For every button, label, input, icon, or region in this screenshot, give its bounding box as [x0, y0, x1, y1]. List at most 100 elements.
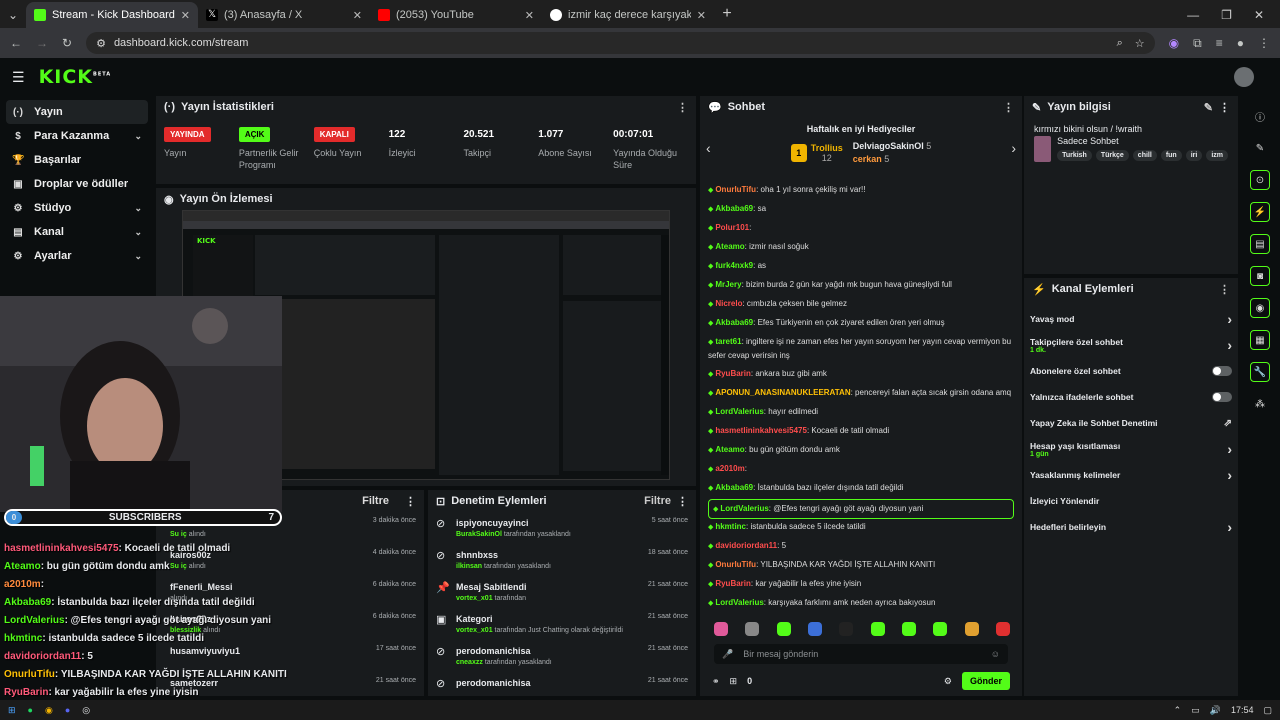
emote-icon[interactable]: [933, 622, 948, 636]
channel-action-row[interactable]: İzleyici Yönlendir: [1024, 488, 1238, 514]
close-icon[interactable]: ✕: [353, 9, 362, 22]
broadcast-icon[interactable]: ◉: [1250, 298, 1270, 318]
info-icon[interactable]: ⓘ: [1250, 106, 1270, 126]
close-icon[interactable]: ✕: [181, 9, 190, 22]
chevron-right-icon[interactable]: ›: [1011, 140, 1016, 156]
extensions-puzzle-icon[interactable]: ⧉: [1193, 36, 1202, 51]
chat-input[interactable]: 🎤 Bir mesaj gönderin ☺: [714, 644, 1008, 664]
forward-icon[interactable]: →: [36, 36, 48, 50]
more-icon[interactable]: ⋮: [1219, 101, 1230, 114]
emoji-icon[interactable]: ☺: [991, 649, 1000, 659]
chat-username[interactable]: Akbaba69: [715, 483, 753, 492]
emote-icon[interactable]: [714, 622, 728, 636]
edit-icon[interactable]: ✎: [1250, 138, 1270, 158]
windows-start-icon[interactable]: ⊞: [8, 705, 16, 716]
notification-icon[interactable]: ▢: [1263, 705, 1272, 716]
chat-username[interactable]: Akbaba69: [715, 204, 753, 213]
reload-icon[interactable]: ↻: [62, 36, 72, 50]
hamburger-menu-icon[interactable]: ☰: [12, 69, 25, 86]
mic-icon[interactable]: 🎤: [722, 649, 733, 660]
tab-youtube[interactable]: (2053) YouTube ✕: [370, 2, 542, 28]
sidebar-item-ayarlar[interactable]: ⚙ Ayarlar ⌄: [6, 244, 148, 268]
settings-link-icon[interactable]: ⚭: [712, 676, 720, 687]
more-icon[interactable]: ⋮: [677, 495, 688, 508]
chevron-right-icon[interactable]: ›: [1227, 311, 1232, 327]
sidebar-item-studyo[interactable]: ⚙ Stüdyo ⌄: [6, 196, 148, 220]
channel-action-row[interactable]: Hedefleri belirleyin ›: [1024, 514, 1238, 540]
chat-username[interactable]: Nicrelo: [715, 299, 742, 308]
bolt-icon[interactable]: ⚡: [1250, 202, 1270, 222]
chat-username[interactable]: Polur101: [715, 223, 749, 232]
close-window-icon[interactable]: ✕: [1254, 8, 1264, 22]
chat-username[interactable]: APONUN_ANASINANUKLEERATAN: [715, 388, 850, 397]
chat-bubble-icon[interactable]: ◙: [1250, 266, 1270, 286]
obs-icon[interactable]: ◎: [82, 705, 90, 716]
tag-chip[interactable]: Turkish: [1057, 150, 1092, 161]
chat-username[interactable]: MrJery: [715, 280, 741, 289]
more-icon[interactable]: ⋮: [1219, 283, 1230, 296]
tag-chip[interactable]: fun: [1160, 150, 1182, 161]
volume-icon[interactable]: 🔊: [1210, 705, 1221, 716]
clock[interactable]: 17:54: [1231, 705, 1254, 715]
channel-action-row[interactable]: Hesap yaşı kısıtlaması 1 gün ›: [1024, 436, 1238, 462]
emote-icon[interactable]: [745, 622, 760, 636]
chat-username[interactable]: LordValerius: [715, 407, 763, 416]
server-icon[interactable]: ▦: [1250, 330, 1270, 350]
document-icon[interactable]: ▤: [1250, 234, 1270, 254]
back-icon[interactable]: ←: [10, 36, 22, 50]
chat-username[interactable]: davidoriordan11: [715, 541, 777, 550]
emote-icon[interactable]: [807, 622, 822, 636]
toggle-switch[interactable]: [1212, 392, 1232, 402]
network-icon[interactable]: ▭: [1191, 705, 1200, 716]
more-icon[interactable]: ⋮: [1003, 101, 1014, 114]
zoom-icon[interactable]: ⌕: [1117, 37, 1123, 50]
edit-icon[interactable]: ✎: [1204, 101, 1213, 114]
new-tab-button[interactable]: +: [714, 2, 740, 28]
sidebar-item-kanal[interactable]: ▤ Kanal ⌄: [6, 220, 148, 244]
chevron-right-icon[interactable]: ›: [1227, 337, 1232, 353]
site-info-icon[interactable]: ⚙: [96, 37, 106, 50]
chat-username[interactable]: Ateamo: [715, 445, 744, 454]
tag-chip[interactable]: chill: [1132, 150, 1157, 161]
wrench-icon[interactable]: 🔧: [1250, 362, 1270, 382]
sidebar-item-basarilar[interactable]: 🏆 Başarılar: [6, 148, 148, 172]
extension-icon[interactable]: ◉: [1169, 36, 1179, 51]
chat-username[interactable]: taret61: [715, 337, 741, 346]
chevron-right-icon[interactable]: ›: [1227, 441, 1232, 457]
chat-username[interactable]: Ateamo: [715, 242, 744, 251]
sidebar-item-yayin[interactable]: (·) Yayın: [6, 100, 148, 124]
chat-username[interactable]: RyuBarin: [715, 579, 751, 588]
discord-icon[interactable]: ●: [65, 705, 70, 715]
tab-kick-dashboard[interactable]: Stream - Kick Dashboard ✕: [26, 2, 198, 28]
user-avatar[interactable]: [1234, 67, 1254, 87]
chevron-left-icon[interactable]: ‹: [706, 140, 711, 156]
chevron-right-icon[interactable]: ›: [1227, 519, 1232, 535]
more-icon[interactable]: ⋮: [405, 495, 416, 508]
kick-logo[interactable]: KICKBETA: [39, 66, 112, 88]
chat-username[interactable]: LordValerius: [720, 504, 768, 513]
emote-icon[interactable]: [776, 622, 791, 636]
sidebar-item-para-kazanma[interactable]: $ Para Kazanma ⌄: [6, 124, 148, 148]
chat-username[interactable]: OnurluTifu: [715, 560, 756, 569]
tab-search-button[interactable]: ⌄: [0, 2, 26, 28]
media-icon[interactable]: ≡: [1216, 36, 1223, 51]
emote-icon[interactable]: [995, 622, 1010, 636]
channel-action-row[interactable]: Yalnızca ifadelerle sohbet: [1024, 384, 1238, 410]
tag-chip[interactable]: iri: [1185, 150, 1203, 161]
chrome-icon[interactable]: ◉: [45, 705, 53, 716]
emote-icon[interactable]: [839, 622, 854, 636]
chat-username[interactable]: Akbaba69: [715, 318, 753, 327]
channel-action-row[interactable]: Yapay Zeka ile Sohbet Denetimi ⇗: [1024, 410, 1238, 436]
chevron-right-icon[interactable]: ›: [1227, 467, 1232, 483]
gear-icon[interactable]: ⚙: [944, 676, 952, 687]
chat-username[interactable]: LordValerius: [715, 598, 763, 607]
send-button[interactable]: Gönder: [961, 672, 1010, 690]
channel-action-row[interactable]: Abonelere özel sohbet: [1024, 358, 1238, 384]
gift-icon[interactable]: ⊞: [730, 676, 738, 687]
chat-username[interactable]: hkmtinc: [715, 522, 746, 531]
restore-icon[interactable]: ❐: [1221, 8, 1232, 22]
filter-button[interactable]: Filtre: [362, 495, 389, 507]
profile-icon[interactable]: ●: [1237, 36, 1244, 51]
emote-icon[interactable]: [870, 622, 885, 636]
toggle-switch[interactable]: [1212, 366, 1232, 376]
